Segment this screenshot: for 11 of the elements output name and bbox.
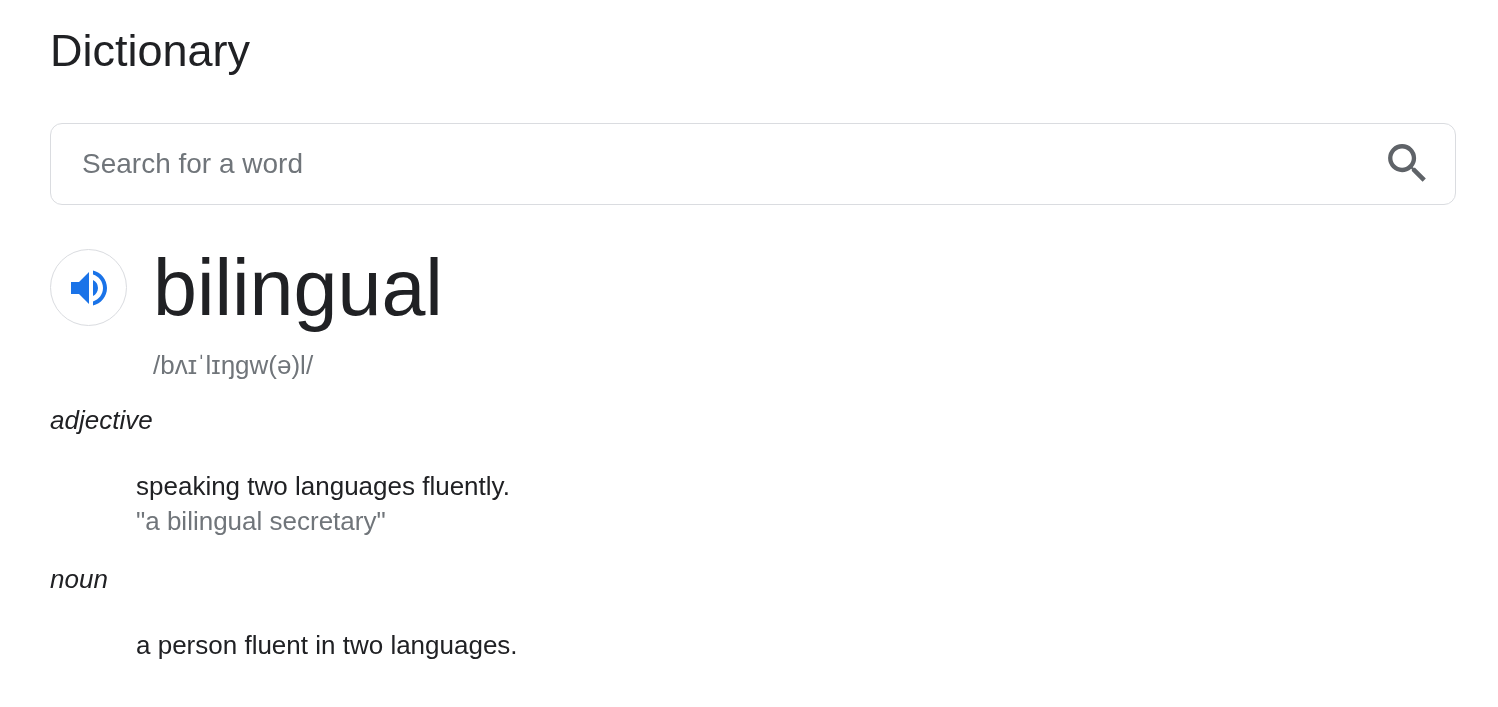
part-of-speech-label: adjective	[50, 404, 153, 437]
search-icon[interactable]	[1387, 143, 1428, 184]
speaker-icon	[70, 269, 107, 306]
example-text: "a bilingual secretary"	[136, 505, 386, 538]
headword: bilingual	[153, 242, 443, 333]
definition-text: a person fluent in two languages.	[136, 629, 518, 662]
part-of-speech-label: noun	[50, 563, 108, 596]
page-title: Dictionary	[50, 25, 251, 77]
definition-text: speaking two languages fluently.	[136, 470, 510, 503]
pronunciation-text: /bʌɪˈlɪŋgw(ə)l/	[153, 349, 314, 382]
search-field[interactable]: Search for a word	[50, 123, 1456, 205]
